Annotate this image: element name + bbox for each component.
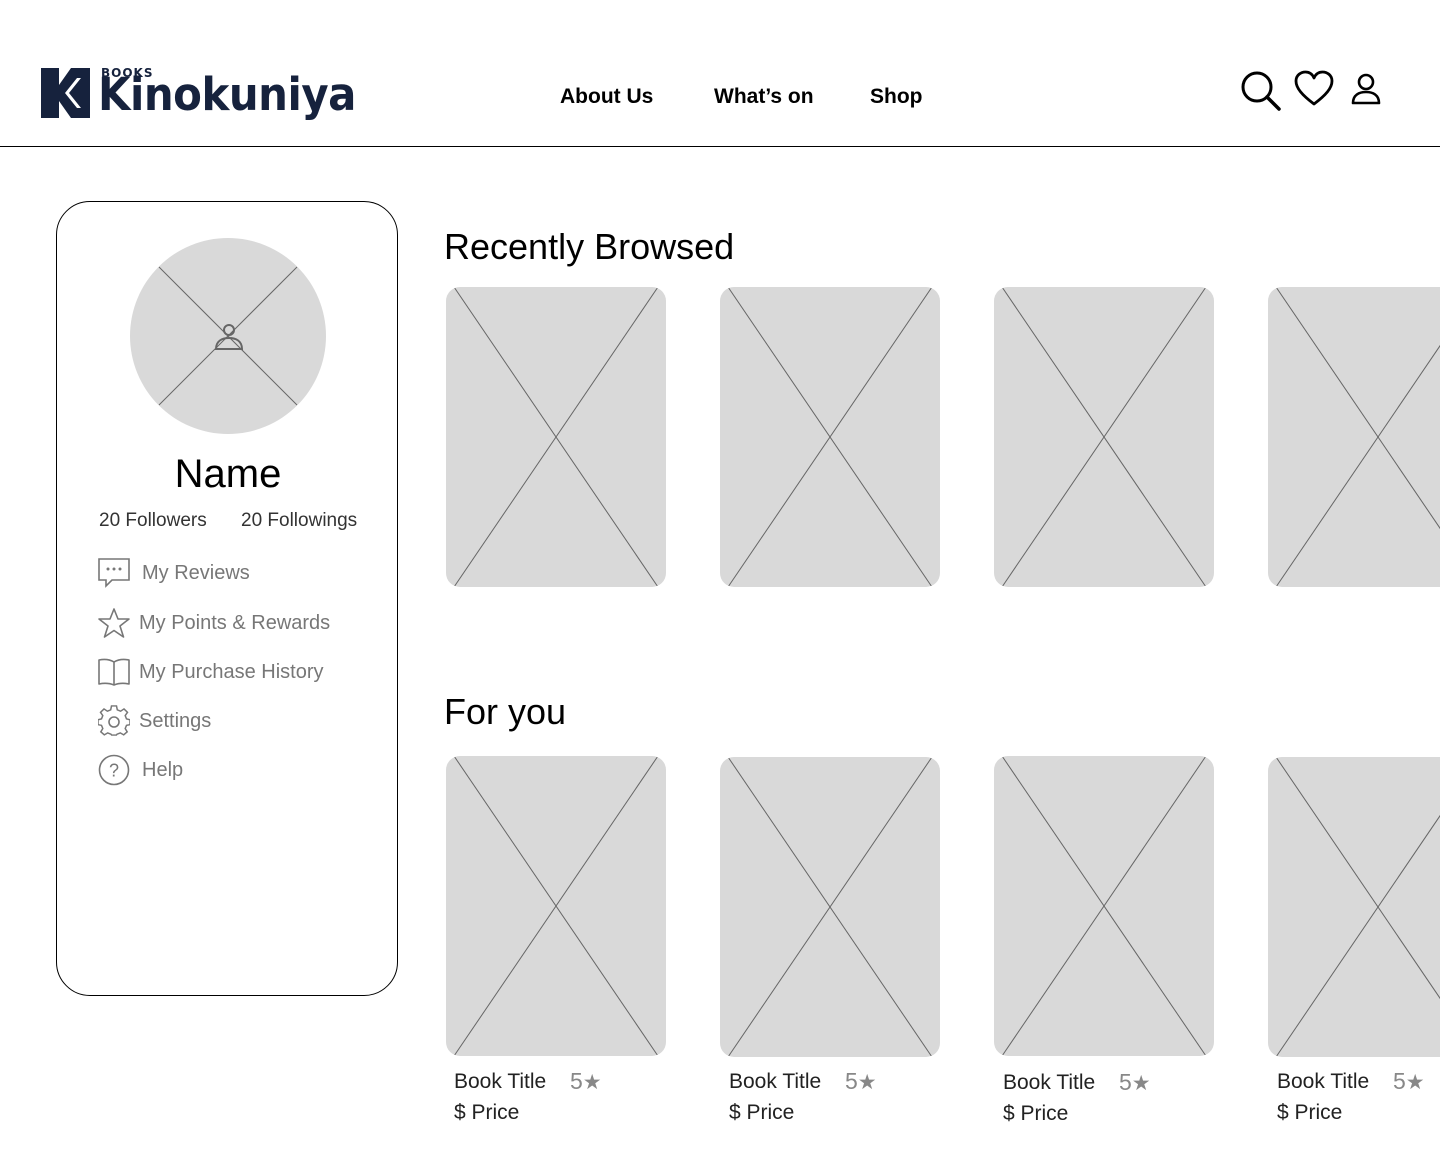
- for-you-book-card[interactable]: [720, 757, 940, 1057]
- logo-mark-icon: [41, 68, 90, 118]
- recently-browsed-title: Recently Browsed: [444, 226, 735, 267]
- book-icon: [98, 658, 130, 686]
- rating-value: 5: [1393, 1068, 1406, 1094]
- nav-whats-on[interactable]: What’s on: [714, 85, 814, 109]
- user-icon[interactable]: [1350, 70, 1382, 113]
- star-icon: ★: [1405, 1071, 1425, 1094]
- image-placeholder-icon: [1001, 287, 1207, 587]
- header-actions: [1240, 70, 1390, 112]
- menu-help[interactable]: ? Help: [98, 754, 378, 786]
- recent-book-card[interactable]: [1268, 287, 1440, 587]
- menu-label: My Reviews: [142, 562, 250, 584]
- book-rating: 5★: [1393, 1068, 1425, 1095]
- recent-book-card[interactable]: [994, 287, 1214, 587]
- book-title[interactable]: Book Title: [1277, 1070, 1369, 1094]
- book-rating: 5★: [845, 1068, 877, 1095]
- menu-settings[interactable]: Settings: [98, 705, 378, 737]
- image-placeholder-icon: [1275, 757, 1440, 1057]
- heart-icon[interactable]: [1294, 70, 1334, 113]
- recent-book-card[interactable]: [720, 287, 940, 587]
- rating-value: 5: [570, 1068, 583, 1094]
- logo-name-text: Kinokuniya: [98, 68, 356, 121]
- for-you-book-card[interactable]: [994, 756, 1214, 1056]
- book-rating: 5★: [570, 1068, 602, 1095]
- avatar[interactable]: [130, 238, 326, 434]
- book-rating: 5★: [1119, 1069, 1151, 1096]
- book-price: $ Price: [1003, 1102, 1069, 1125]
- profile-name: Name: [174, 452, 282, 496]
- book-title[interactable]: Book Title: [729, 1070, 821, 1094]
- book-price: $ Price: [454, 1101, 520, 1124]
- chat-icon: [98, 558, 130, 588]
- svg-text:?: ?: [109, 761, 119, 781]
- menu-label: My Purchase History: [139, 661, 324, 683]
- star-icon: ★: [582, 1071, 602, 1094]
- rating-value: 5: [1119, 1069, 1132, 1095]
- star-icon: ★: [857, 1071, 877, 1094]
- menu-my-purchase-history[interactable]: My Purchase History: [98, 656, 378, 688]
- nav-shop[interactable]: Shop: [870, 85, 923, 109]
- rating-value: 5: [845, 1068, 858, 1094]
- menu-label: Settings: [139, 710, 212, 732]
- image-placeholder-icon: [453, 287, 659, 587]
- image-placeholder-icon: [1275, 287, 1440, 587]
- star-icon: [98, 608, 130, 638]
- followers-count[interactable]: 20 Followers: [99, 510, 207, 532]
- image-placeholder-icon: [1001, 756, 1207, 1056]
- for-you-book-card[interactable]: [1268, 757, 1440, 1057]
- profile-card: Name 20 Followers 20 Followings My Revie…: [56, 201, 398, 996]
- search-icon[interactable]: [1240, 70, 1282, 117]
- book-title[interactable]: Book Title: [454, 1070, 546, 1094]
- help-icon: ?: [98, 754, 130, 786]
- site-header: BOOKS Kinokuniya About Us What’s on Shop: [0, 0, 1440, 147]
- menu-label: My Points & Rewards: [139, 612, 331, 634]
- menu-my-points-rewards[interactable]: My Points & Rewards: [98, 607, 378, 639]
- followings-count[interactable]: 20 Followings: [241, 510, 357, 532]
- gear-icon: [98, 705, 130, 736]
- book-price: $ Price: [1277, 1101, 1343, 1124]
- for-you-book-card[interactable]: [446, 756, 666, 1056]
- kinokuniya-logo[interactable]: BOOKS Kinokuniya: [40, 64, 356, 134]
- recent-book-card[interactable]: [446, 287, 666, 587]
- image-placeholder-icon: [453, 756, 659, 1056]
- nav-about-us[interactable]: About Us: [560, 85, 653, 109]
- star-icon: ★: [1131, 1072, 1151, 1095]
- menu-label: Help: [142, 759, 184, 781]
- menu-my-reviews[interactable]: My Reviews: [98, 557, 378, 589]
- for-you-title: For you: [444, 691, 567, 732]
- image-placeholder-icon: [727, 757, 933, 1057]
- image-placeholder-icon: [727, 287, 933, 587]
- book-title[interactable]: Book Title: [1003, 1071, 1095, 1095]
- book-price: $ Price: [729, 1101, 795, 1124]
